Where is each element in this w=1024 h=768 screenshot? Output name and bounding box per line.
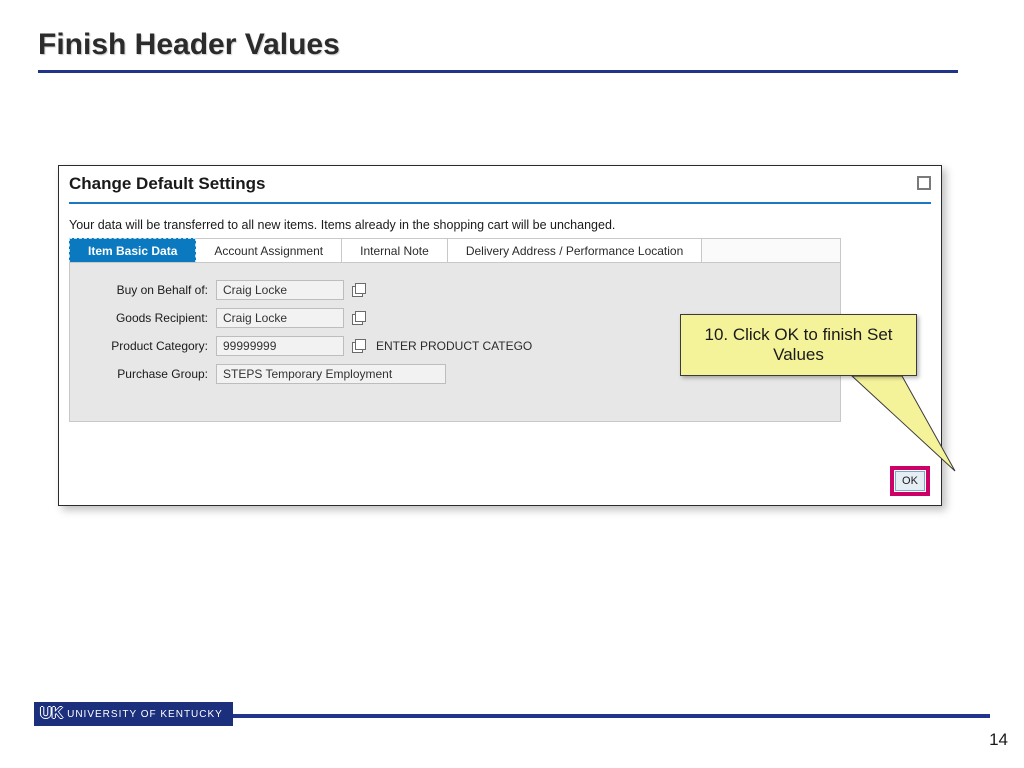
input-goods-recipient[interactable]: Craig Locke: [216, 308, 344, 328]
dialog-header: Change Default Settings: [69, 174, 931, 202]
title-underline: [38, 70, 958, 73]
row-buy-on-behalf: Buy on Behalf of: Craig Locke: [86, 279, 366, 301]
label-buy-on-behalf: Buy on Behalf of:: [86, 283, 216, 297]
callout-box: 10. Click OK to finish Set Values: [680, 314, 917, 376]
dialog-title: Change Default Settings: [69, 174, 265, 193]
tab-row: Item Basic Data Account Assignment Inter…: [69, 238, 841, 262]
row-product-category: Product Category: 99999999 ENTER PRODUCT…: [86, 335, 532, 357]
dialog-title-rule: [69, 202, 931, 204]
dialog-info-text: Your data will be transferred to all new…: [69, 218, 615, 232]
tab-internal-note[interactable]: Internal Note: [342, 239, 448, 262]
help-product-category: ENTER PRODUCT CATEGO: [376, 339, 532, 353]
slide-title: Finish Header Values: [38, 28, 340, 62]
row-goods-recipient: Goods Recipient: Craig Locke: [86, 307, 366, 329]
uk-logo: UK UNIVERSITY OF KENTUCKY: [34, 702, 233, 726]
value-help-icon[interactable]: [350, 310, 366, 326]
input-purchase-group[interactable]: STEPS Temporary Employment: [216, 364, 446, 384]
label-goods-recipient: Goods Recipient:: [86, 311, 216, 325]
tab-delivery-address[interactable]: Delivery Address / Performance Location: [448, 239, 702, 262]
uk-logo-text: UNIVERSITY OF KENTUCKY: [67, 709, 223, 720]
value-help-icon[interactable]: [350, 282, 366, 298]
page-number: 14: [989, 730, 1008, 750]
value-help-icon[interactable]: [350, 338, 366, 354]
tab-item-basic-data[interactable]: Item Basic Data: [69, 238, 196, 263]
uk-logo-mark: UK: [40, 705, 63, 723]
maximize-icon[interactable]: [917, 176, 931, 190]
tab-account-assignment[interactable]: Account Assignment: [196, 239, 342, 262]
row-purchase-group: Purchase Group: STEPS Temporary Employme…: [86, 363, 446, 385]
input-product-category[interactable]: 99999999: [216, 336, 344, 356]
label-product-category: Product Category:: [86, 339, 216, 353]
label-purchase-group: Purchase Group:: [86, 367, 216, 381]
input-buy-on-behalf[interactable]: Craig Locke: [216, 280, 344, 300]
